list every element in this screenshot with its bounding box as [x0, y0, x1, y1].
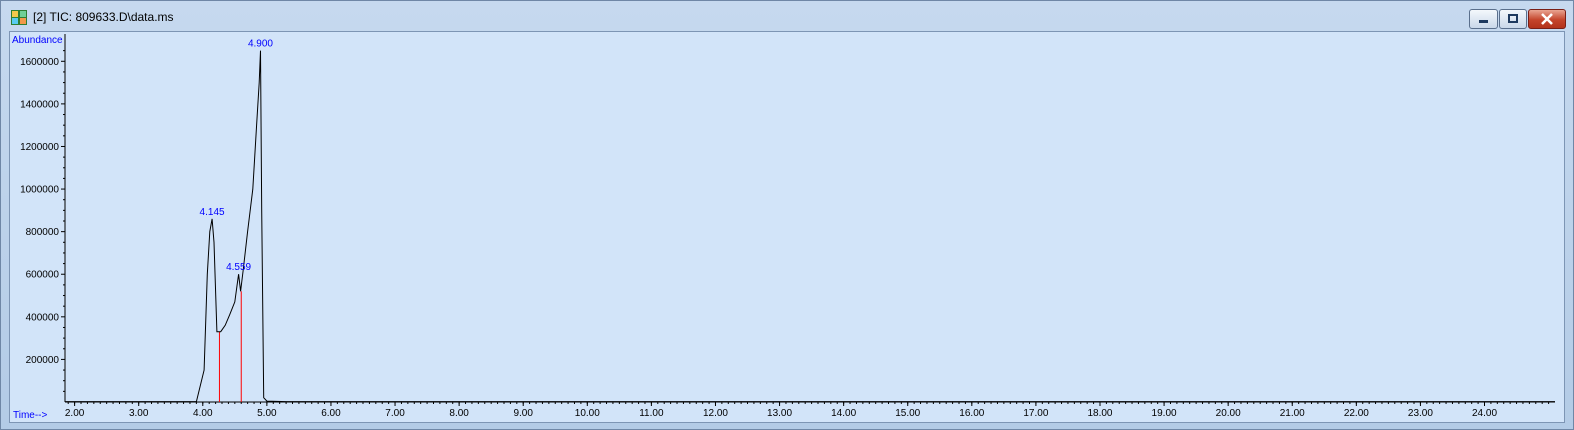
peak-label: 4.900 — [248, 39, 273, 50]
y-tick-label: 400000 — [26, 312, 60, 323]
x-tick-label: 12.00 — [703, 408, 728, 419]
x-tick-label: 14.00 — [831, 408, 856, 419]
x-tick-label: 24.00 — [1472, 408, 1497, 419]
plot-area-panel[interactable]: 200000 400000 600000 800000 1000000 1200000 14… — [9, 31, 1565, 423]
y-tick-label: 1400000 — [20, 99, 59, 110]
y-tick-label: 1600000 — [20, 57, 59, 68]
chromatogram-window: [2] TIC: 809633.D\data.ms 200000 400000 60… — [0, 0, 1574, 430]
chromatogram-app-icon — [11, 10, 27, 25]
tic-chromatogram[interactable]: 200000 400000 600000 800000 1000000 1200000 14… — [10, 32, 1564, 422]
peak-label: 4.559 — [226, 262, 251, 273]
title-bar[interactable]: [2] TIC: 809633.D\data.ms — [1, 1, 1573, 31]
x-tick-label: 4.00 — [193, 408, 213, 419]
tic-trace — [65, 50, 1555, 403]
integration-markers — [218, 291, 242, 402]
minimize-button[interactable] — [1469, 9, 1498, 29]
x-tick-label: 19.00 — [1152, 408, 1177, 419]
restore-button[interactable] — [1499, 9, 1527, 29]
x-tick-label: 18.00 — [1087, 408, 1112, 419]
x-tick-label: 9.00 — [513, 408, 533, 419]
x-axis: 2.00 3.00 4.00 5.00 6.00 7.00 8.00 9.00 10.00 11.… — [65, 401, 1555, 419]
close-button[interactable] — [1528, 9, 1566, 29]
y-tick-label: 1000000 — [20, 185, 59, 196]
window-title: [2] TIC: 809633.D\data.ms — [33, 10, 174, 24]
x-tick-label: 11.00 — [639, 408, 664, 419]
x-axis-label: Time--> — [13, 410, 48, 421]
y-axis: 200000 400000 600000 800000 1000000 1200000 14… — [20, 34, 66, 402]
x-tick-label: 6.00 — [321, 408, 341, 419]
x-tick-label: 17.00 — [1023, 408, 1048, 419]
y-tick-label: 600000 — [26, 270, 60, 281]
x-tick-label: 16.00 — [959, 408, 984, 419]
x-tick-label: 22.00 — [1344, 408, 1369, 419]
x-tick-label: 10.00 — [575, 408, 600, 419]
y-tick-label: 800000 — [26, 227, 60, 238]
y-tick-label: 1200000 — [20, 142, 59, 153]
x-tick-label: 20.00 — [1216, 408, 1241, 419]
minimize-icon — [1479, 20, 1488, 23]
x-tick-label: 13.00 — [767, 408, 792, 419]
x-tick-label: 2.00 — [65, 408, 85, 419]
x-tick-label: 3.00 — [129, 408, 149, 419]
x-tick-label: 21.00 — [1280, 408, 1305, 419]
restore-icon — [1508, 14, 1518, 23]
x-tick-label: 23.00 — [1408, 408, 1433, 419]
y-axis-label: Abundance — [12, 35, 63, 46]
x-tick-label: 7.00 — [385, 408, 405, 419]
close-icon — [1541, 13, 1553, 25]
x-tick-label: 5.00 — [257, 408, 277, 419]
x-tick-label: 15.00 — [895, 408, 920, 419]
tic-trace-line — [65, 50, 1555, 403]
peak-label: 4.145 — [200, 207, 225, 218]
y-tick-label: 200000 — [26, 355, 60, 366]
x-tick-label: 8.00 — [449, 408, 469, 419]
